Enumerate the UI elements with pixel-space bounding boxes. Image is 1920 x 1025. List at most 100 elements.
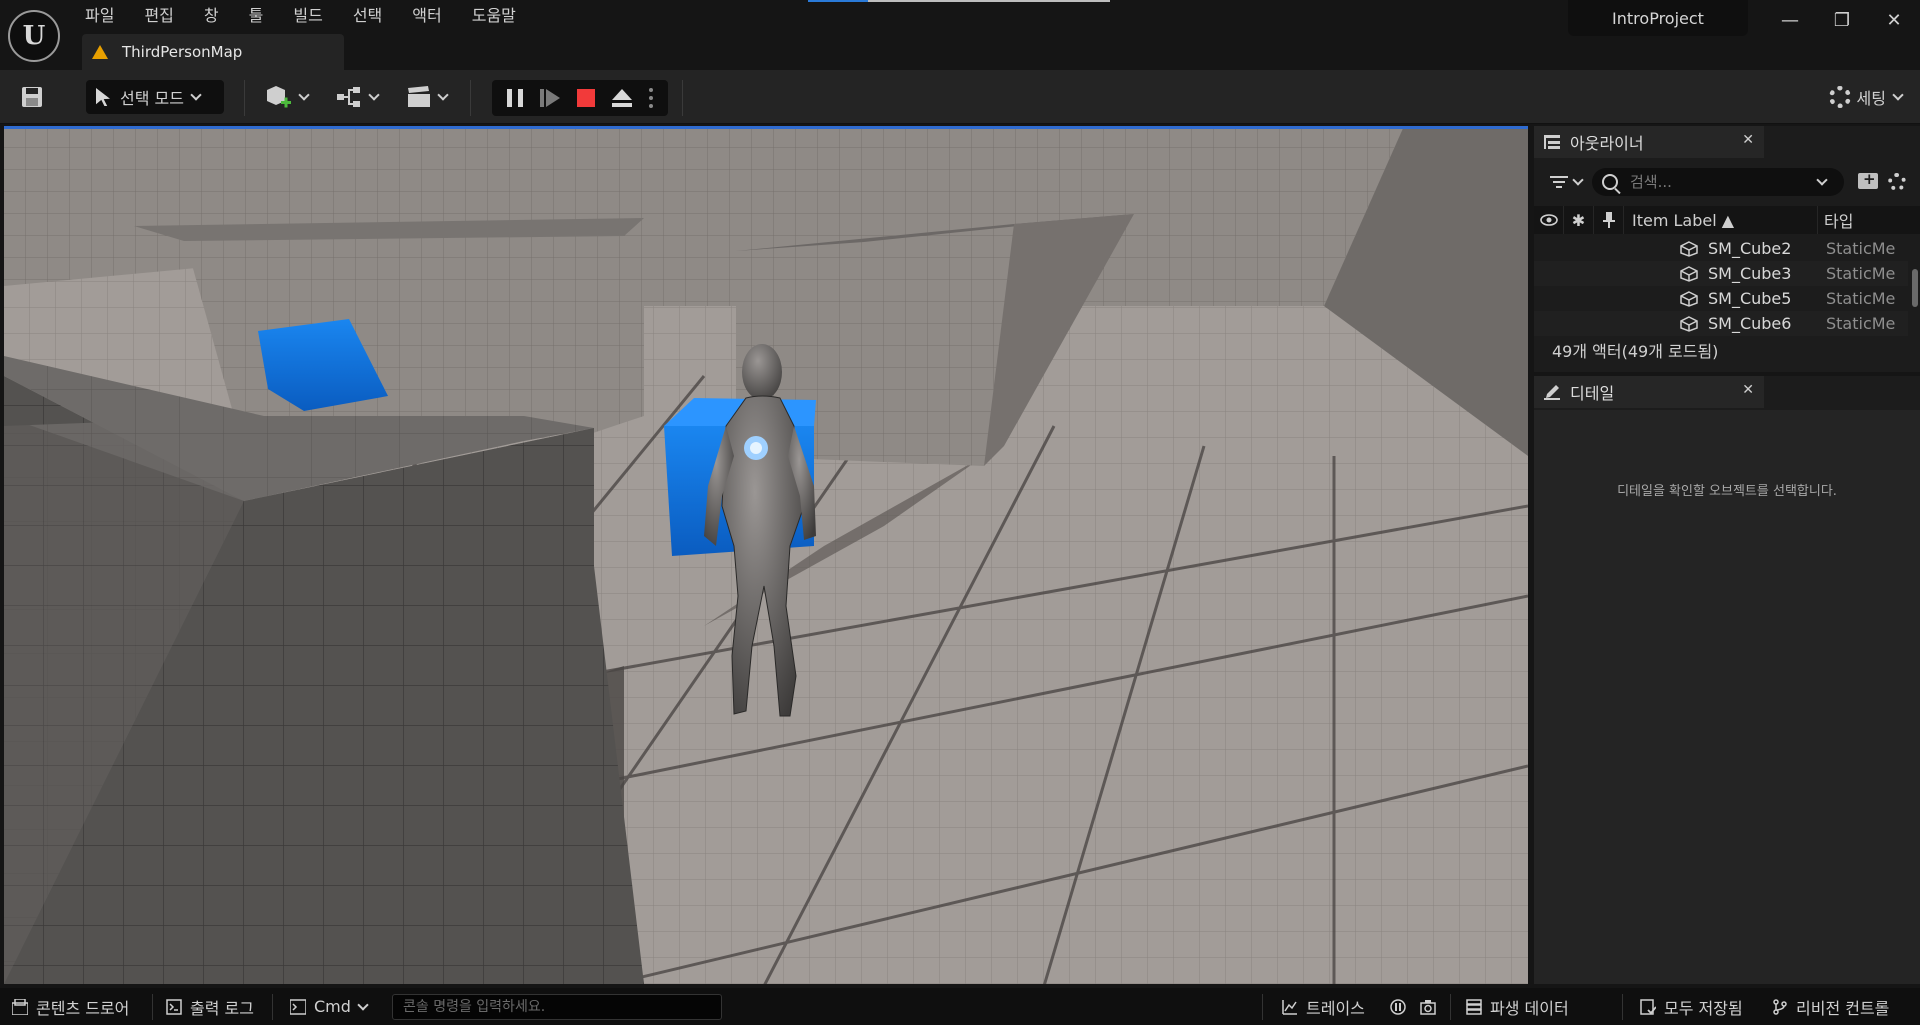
type-column[interactable]: 타입 [1818,206,1898,234]
close-icon[interactable]: ✕ [1742,132,1754,148]
cmd-dropdown[interactable]: Cmd [290,988,369,1025]
cmd-label: Cmd [314,997,351,1016]
outliner-column-header: ✱ Item Label ▲ 타입 [1534,206,1920,234]
menu-edit[interactable]: 편집 [129,4,188,30]
output-log-button[interactable]: 출력 로그 [166,988,254,1025]
project-name: IntroProject [1568,0,1748,36]
level-tab[interactable]: ThirdPersonMap [82,34,344,70]
save-status-icon [1640,998,1656,1015]
unreal-logo-icon[interactable]: U [8,10,60,62]
settings-label: 세팅 [1856,89,1886,108]
item-type: StaticMe [1826,289,1896,308]
content-drawer-label: 콘텐츠 드로어 [36,998,130,1018]
save-all-button[interactable]: 모두 저장됨 [1640,988,1743,1025]
chevron-down-icon [437,89,449,101]
outliner-panel: 아웃라이너 ✕ ✱ Item Label ▲ 타입 SM_Cube2 Stati… [1534,126,1920,372]
item-name: SM_Cube2 [1708,239,1792,258]
outliner-tab[interactable]: 아웃라이너 ✕ [1534,126,1764,158]
revision-control-button[interactable]: 리비전 컨트롤 [1772,988,1889,1025]
item-type: StaticMe [1826,264,1896,283]
menu-bar: 파일 편집 창 툴 빌드 선택 액터 도움말 [70,4,531,30]
trace-label: 트레이스 [1306,998,1365,1018]
chevron-down-icon [1892,89,1904,101]
details-tab[interactable]: 디테일 ✕ [1534,376,1764,408]
filter-icon[interactable] [1550,174,1584,188]
cinematics-button[interactable] [402,82,452,112]
menu-select[interactable]: 선택 [338,4,397,30]
favorite-column[interactable]: ✱ [1564,206,1594,234]
content-drawer-button[interactable]: 콘텐츠 드로어 [12,988,129,1025]
list-item[interactable]: SM_Cube3 StaticMe [1534,261,1908,286]
pause-icon[interactable] [506,89,523,107]
menu-build[interactable]: 빌드 [278,4,337,30]
title-bar: U 파일 편집 창 툴 빌드 선택 액터 도움말 ThirdPersonMap … [0,0,1920,70]
trace-button[interactable]: 트레이스 [1282,988,1365,1025]
gear-icon[interactable] [1888,173,1906,191]
details-empty-message: 디테일을 확인할 오브젝트를 선택합니다. [1617,484,1837,499]
console-command-input[interactable] [392,994,722,1020]
cursor-icon [96,88,110,106]
revision-control-label: 리비전 컨트롤 [1796,998,1890,1018]
menu-window[interactable]: 창 [189,4,234,30]
minimize-button[interactable]: — [1764,0,1816,40]
details-panel: 디테일 ✕ 디테일을 확인할 오브젝트를 선택합니다. [1534,376,1920,984]
star-icon: ✱ [1571,210,1586,230]
play-controls [492,80,668,116]
static-mesh-icon [1680,290,1698,307]
search-icon [1602,174,1618,190]
outliner-toolbar [1534,162,1920,202]
recording-button[interactable] [1420,988,1444,1025]
derived-data-button[interactable]: 파생 데이터 [1466,988,1569,1025]
settings-button[interactable]: 세팅 [1828,82,1904,112]
level-viewport[interactable] [4,126,1528,984]
live-coding-icon [1390,998,1406,1015]
status-bar: 콘텐츠 드로어 출력 로그 Cmd 트레이스 파생 데이터 모두 저장됨 리비전… [0,988,1920,1025]
close-icon[interactable]: ✕ [1742,382,1754,398]
outliner-scrollbar[interactable] [1912,269,1918,307]
trace-icon [1282,999,1297,1015]
list-item[interactable]: SM_Cube5 StaticMe [1534,286,1908,311]
stop-icon[interactable] [576,89,595,107]
outliner-icon [1544,135,1560,149]
restore-button[interactable]: ❐ [1816,0,1868,40]
item-label-column[interactable]: Item Label ▲ [1624,206,1818,234]
gear-icon [1828,86,1851,108]
menu-file[interactable]: 파일 [70,4,129,30]
details-title: 디테일 [1570,384,1615,403]
clapperboard-icon [408,86,430,107]
chevron-down-icon[interactable] [1816,174,1828,186]
outliner-title: 아웃라이너 [1570,134,1644,153]
menu-actor[interactable]: 액터 [397,4,456,30]
save-button[interactable] [14,82,50,112]
add-actor-button[interactable] [262,82,312,112]
blueprints-button[interactable] [332,82,382,112]
selection-mode-label: 선택 모드 [120,89,184,108]
save-icon [22,87,42,107]
pin-column[interactable] [1594,206,1624,234]
item-type: StaticMe [1826,314,1896,333]
menu-tools[interactable]: 툴 [234,4,279,30]
frame-skip-icon[interactable] [539,89,560,107]
derived-data-icon [1466,998,1482,1015]
eject-icon[interactable] [612,89,633,107]
close-window-button[interactable]: ✕ [1868,0,1920,40]
list-item[interactable]: SM_Cube6 StaticMe [1534,311,1908,336]
content-drawer-icon [12,998,28,1015]
window-controls: — ❐ ✕ [1764,0,1920,40]
static-mesh-icon [1680,315,1698,332]
viewport-focus-border [4,126,1528,129]
live-coding-button[interactable] [1390,988,1414,1025]
item-name: SM_Cube5 [1708,289,1792,308]
add-folder-icon[interactable] [1858,170,1878,189]
chevron-down-icon [298,89,310,101]
outliner-search-input[interactable] [1630,173,1810,191]
camera-icon [1420,999,1436,1015]
loading-progress-bar [808,0,1110,2]
chevron-down-icon [357,998,369,1011]
selection-mode-dropdown[interactable]: 선택 모드 [86,80,224,114]
visibility-column[interactable] [1534,206,1564,234]
list-item[interactable]: SM_Cube2 StaticMe [1534,236,1908,261]
menu-help[interactable]: 도움말 [457,4,531,30]
more-options-icon[interactable] [649,88,654,108]
outliner-search [1592,168,1844,196]
